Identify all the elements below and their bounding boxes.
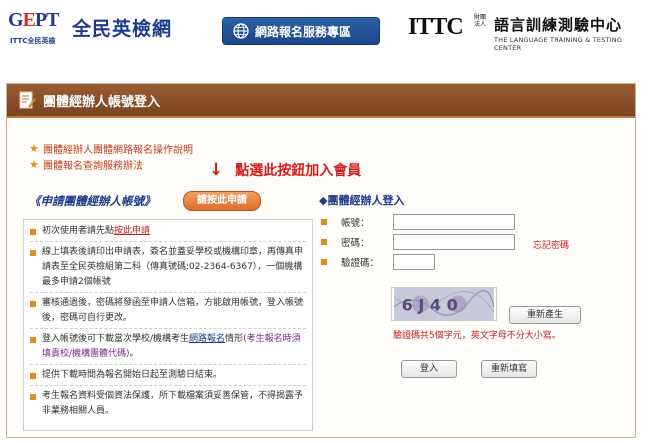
- login-button[interactable]: 登入: [401, 360, 457, 378]
- forgot-password-link[interactable]: 忘記密碼: [533, 238, 569, 251]
- online-registration-service-button[interactable]: 網路報名服務專區: [222, 17, 380, 45]
- regenerate-captcha-button[interactable]: 重新產生: [509, 306, 581, 324]
- link-query-service-label: 團體報名查詢服務辦法: [43, 160, 143, 172]
- link-operation-guide-label: 團體經辦人團體網路報名操作說明: [43, 144, 193, 156]
- password-input[interactable]: [393, 234, 515, 250]
- list-item: 考生報名資料受個資法保護，所下載檔案須妥善保管，不得揭露予非業務相關人員。: [30, 389, 306, 419]
- list-item: 初次使用者請先點按此申請: [30, 224, 306, 239]
- gept-logo-sub: ITTC全民英檢: [10, 37, 56, 45]
- ittc-name: 語言訓練測驗中心: [494, 16, 623, 34]
- divider: [30, 241, 306, 242]
- reset-button[interactable]: 重新填寫: [481, 360, 537, 378]
- ittc-reg-mark: 財團 法人: [474, 14, 487, 28]
- ittc-logo-mark: ITTC: [408, 14, 464, 40]
- apply-button[interactable]: 請按此申請: [183, 191, 261, 211]
- divider: [30, 328, 306, 329]
- divider: [30, 364, 306, 365]
- list-item: 登入帳號後可下載當次學校/機構考生網路報名情形(考生報名時須填貴校/機構團體代碼…: [30, 332, 306, 362]
- instructions-box: 初次使用者請先點按此申請 線上填表後請印出申請表，簽名並蓋妥學校或機構印章，再傳…: [23, 219, 313, 431]
- star-icon: ★: [29, 141, 39, 155]
- star-icon: ★: [29, 157, 39, 171]
- apply-link[interactable]: 按此申請: [114, 226, 150, 236]
- captcha-row: 驗證碼：: [321, 254, 435, 270]
- apply-account-title: 《申請團體經辦人帳號》: [29, 194, 156, 208]
- ittc-english-name: THE LANGUAGE TRAINING & TESTING CENTER: [494, 36, 623, 52]
- panel-title-bar: 團體經辦人帳號登入: [7, 84, 635, 118]
- captcha-note: 驗證碼共5個字元，英文字母不分大小寫。: [393, 331, 561, 341]
- panel-title: 團體經辦人帳號登入: [43, 94, 161, 110]
- ittc-logo[interactable]: ITTC 財團 法人 語言訓練測驗中心 THE LANGUAGE TRAININ…: [408, 12, 648, 52]
- captcha-label: 驗證碼：: [341, 258, 380, 269]
- captcha-image: 6 J 4 0: [391, 287, 497, 321]
- account-row: 帳號：: [321, 214, 515, 230]
- bullet-icon: [30, 250, 36, 256]
- annotation-text: 點選此按鈕加入會員: [235, 163, 362, 179]
- gept-logo-mark: GEPT: [8, 9, 59, 31]
- instruction-annotation: ↓ 點選此按鈕加入會員: [209, 160, 361, 180]
- bullet-icon: [321, 239, 327, 245]
- password-label: 密碼：: [341, 238, 370, 249]
- document-pencil-icon: [19, 91, 37, 109]
- divider: [30, 385, 306, 386]
- list-item: 提供下載時間為報名開始日起至測驗日結束。: [30, 368, 306, 383]
- site-header: GEPT ITTC全民英檢 全民英檢網 網路報名服務專區 ITTC 財團 法人 …: [0, 0, 650, 64]
- password-row: 密碼：: [321, 234, 515, 250]
- bullet-icon: [321, 219, 327, 225]
- bullet-icon: [30, 394, 36, 400]
- link-query-service[interactable]: ★ 團體報名查詢服務辦法: [29, 156, 193, 172]
- gept-site-name: 全民英檢網: [72, 18, 173, 40]
- list-item: 審核通過後，密碼將發函至申請人信箱，方能啟用帳號，登入帳號後，密碼可自行更改。: [30, 296, 306, 326]
- captcha-text: 6 J 4 0: [402, 296, 458, 315]
- bullet-icon: [30, 373, 36, 379]
- bullet-icon: [30, 229, 36, 235]
- bullet-icon: [30, 337, 36, 343]
- link-operation-guide[interactable]: ★ 團體經辦人團體網路報名操作說明: [29, 140, 193, 156]
- login-section-title: ◆團體經辦人登入: [319, 194, 405, 207]
- online-registration-link[interactable]: 網路報名: [189, 334, 225, 344]
- divider: [30, 292, 306, 293]
- globe-icon: [233, 23, 249, 39]
- captcha-input[interactable]: [393, 254, 435, 270]
- help-links: ★ 團體經辦人團體網路報名操作說明 ★ 團體報名查詢服務辦法: [29, 140, 193, 172]
- list-item: 線上填表後請印出申請表，簽名並蓋妥學校或機構印章，再傳真申請表至全民英檢組第二科…: [30, 245, 306, 290]
- gept-logo[interactable]: GEPT ITTC全民英檢 全民英檢網: [8, 9, 198, 53]
- login-panel: 團體經辦人帳號登入 ★ 團體經辦人團體網路報名操作說明 ★ 團體報名查詢服務辦法…: [6, 83, 636, 438]
- service-button-label: 網路報名服務專區: [255, 24, 352, 39]
- bullet-icon: [321, 259, 327, 265]
- arrow-down-icon: ↓: [209, 160, 224, 180]
- bullet-icon: [30, 301, 36, 307]
- account-label: 帳號：: [341, 218, 370, 229]
- account-input[interactable]: [393, 214, 515, 230]
